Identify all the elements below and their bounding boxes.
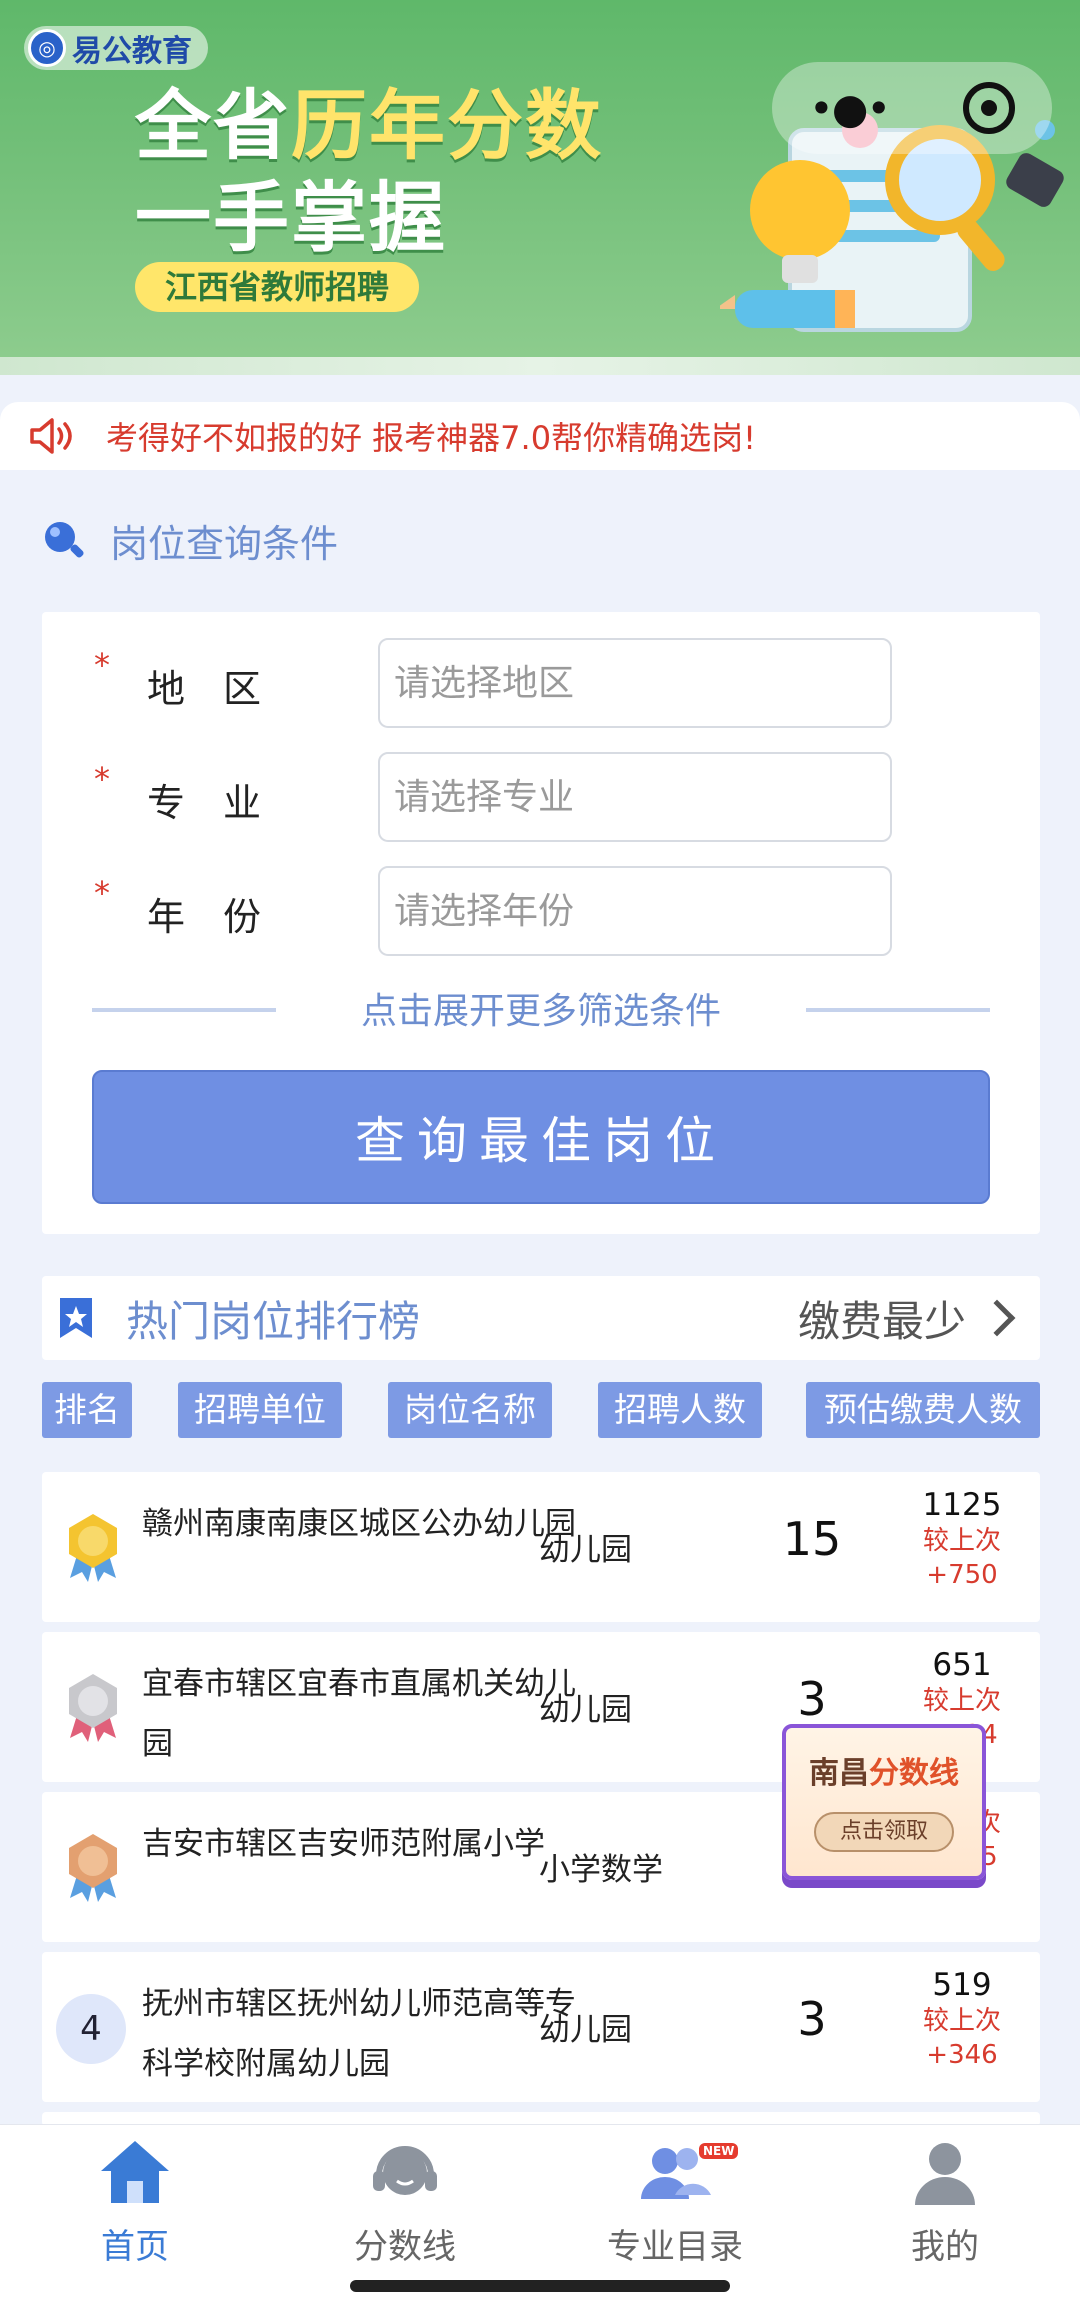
year-label: 年份: [147, 895, 300, 939]
promo-claim-button[interactable]: 点击领取: [814, 1812, 954, 1852]
region-row: * 地区: [42, 638, 1040, 728]
headline-white: 全省: [135, 81, 291, 170]
promo-title-highlight: 分数线: [869, 1756, 959, 1791]
tab-major-catalog[interactable]: NEW 专业目录: [575, 2135, 775, 2268]
search-icon: [45, 522, 84, 558]
logo-icon: ◎: [28, 29, 66, 67]
user-icon: [915, 2143, 975, 2205]
major-row: * 专业: [42, 752, 1040, 842]
sort-selector[interactable]: 缴费最少: [797, 1276, 1016, 1360]
fee-total: 519: [932, 1967, 992, 2003]
fee-total: 651: [932, 1647, 992, 1683]
row-post: 幼儿园: [539, 1532, 632, 1568]
tab-home[interactable]: 首页: [35, 2135, 235, 2268]
home-indicator[interactable]: [350, 2280, 730, 2292]
bookmark-star-icon: [60, 1298, 92, 1338]
row-post: 小学数学: [539, 1852, 663, 1888]
banner[interactable]: ◎ 易公教育 全省历年分数 一手掌握 江西省教师招聘 •●•: [0, 0, 1080, 375]
miniprogram-capsule[interactable]: •●•: [772, 62, 1052, 154]
brand-logo: ◎ 易公教育: [24, 26, 208, 70]
fee-compare-label: 较上次: [922, 1526, 1001, 1556]
query-form: * 地区 * 专业 * 年份 点击展开更多筛选条件 查询最佳岗位: [42, 612, 1040, 1234]
banner-tagline: 江西省教师招聘: [135, 262, 420, 312]
ranking-header: 热门岗位排行榜 缴费最少: [42, 1276, 1040, 1360]
headline-yellow: 历年分数: [291, 81, 603, 170]
tab-score-line-label: 分数线: [354, 2227, 456, 2267]
new-badge: NEW: [699, 2143, 739, 2159]
query-title-text: 岗位查询条件: [110, 521, 339, 566]
headset-icon: [373, 2146, 437, 2195]
row-unit: 宜春市辖区宜春市直属机关幼儿园: [142, 1666, 576, 1762]
major-select[interactable]: [378, 752, 892, 842]
promo-title: 南昌分数线: [786, 1748, 982, 1792]
required-mark: *: [94, 874, 110, 912]
bronze-medal-icon: [69, 1834, 117, 1902]
major-label: 专业: [147, 781, 300, 825]
required-mark: *: [94, 646, 110, 684]
banner-headline: 全省历年分数 一手掌握: [135, 80, 603, 264]
year-row: * 年份: [42, 866, 1040, 956]
divider-right: [806, 1008, 990, 1012]
row-count: 3: [797, 1672, 827, 1726]
row-fee: 1125 较上次 +750: [892, 1486, 1032, 1592]
required-mark: *: [94, 760, 110, 798]
region-label: 地区: [147, 667, 300, 711]
notice-text: 考得好不如报的好 报考神器7.0帮你精确选岗!: [106, 419, 756, 457]
notice-bar[interactable]: 考得好不如报的好 报考神器7.0帮你精确选岗!: [0, 402, 1080, 470]
query-section-title: 岗位查询条件: [40, 510, 338, 570]
row-fee: 519 较上次 +346: [892, 1966, 1032, 2072]
fee-compare-label: 较上次: [922, 1686, 1001, 1716]
row-unit: 抚州市辖区抚州幼儿师范高等专科学校附属幼儿园: [142, 1986, 576, 2082]
home-icon: [101, 2141, 169, 2203]
column-unit: 招聘单位: [178, 1382, 342, 1438]
tab-score-line[interactable]: 分数线: [305, 2135, 505, 2268]
logo-text: 易公教育: [72, 34, 192, 69]
rank-number: 4: [56, 1994, 126, 2064]
column-post: 岗位名称: [388, 1382, 552, 1438]
ranking-title: 热门岗位排行榜: [126, 1296, 421, 1346]
region-select[interactable]: [378, 638, 892, 728]
sort-label: 缴费最少: [797, 1296, 966, 1346]
column-fee-count: 预估缴费人数: [806, 1382, 1040, 1438]
score-line-promo[interactable]: 南昌分数线 点击领取: [782, 1724, 986, 1880]
silver-medal-icon: [69, 1674, 117, 1742]
row-unit: 赣州南康南康区城区公办幼儿园: [142, 1506, 576, 1542]
query-best-post-button[interactable]: 查询最佳岗位: [92, 1070, 990, 1204]
tab-mine[interactable]: 我的: [845, 2135, 1045, 2268]
year-select[interactable]: [378, 866, 892, 956]
row-unit: 吉安市辖区吉安师范附属小学: [142, 1826, 545, 1862]
more-icon[interactable]: •●•: [809, 84, 891, 133]
row-count: 15: [782, 1512, 842, 1566]
fee-compare-label: 较上次: [922, 2006, 1001, 2036]
fee-delta: +750: [926, 1560, 998, 1590]
gold-medal-icon: [69, 1514, 117, 1582]
row-post: 幼儿园: [539, 2012, 632, 2048]
column-rank: 排名: [42, 1382, 132, 1438]
promo-title-city: 南昌: [809, 1756, 869, 1791]
close-miniprogram-icon[interactable]: [963, 82, 1016, 134]
speaker-icon: [30, 418, 72, 454]
column-count: 招聘人数: [598, 1382, 762, 1438]
tab-mine-label: 我的: [911, 2227, 979, 2267]
ranking-row[interactable]: 4 抚州市辖区抚州幼儿师范高等专科学校附属幼儿园 幼儿园 3 519 较上次 +…: [42, 1952, 1040, 2102]
chevron-right-icon: [978, 1299, 1016, 1337]
row-post: 幼儿园: [539, 1692, 632, 1728]
fee-delta: +346: [926, 2040, 998, 2070]
ranking-row[interactable]: 赣州南康南康区城区公办幼儿园 幼儿园 15 1125 较上次 +750: [42, 1472, 1040, 1622]
fee-total: 1125: [922, 1487, 1002, 1523]
headline-line2: 一手掌握: [135, 173, 447, 262]
tab-major-catalog-label: 专业目录: [607, 2227, 743, 2267]
row-count: 3: [797, 1992, 827, 2046]
tab-home-label: 首页: [101, 2227, 169, 2267]
